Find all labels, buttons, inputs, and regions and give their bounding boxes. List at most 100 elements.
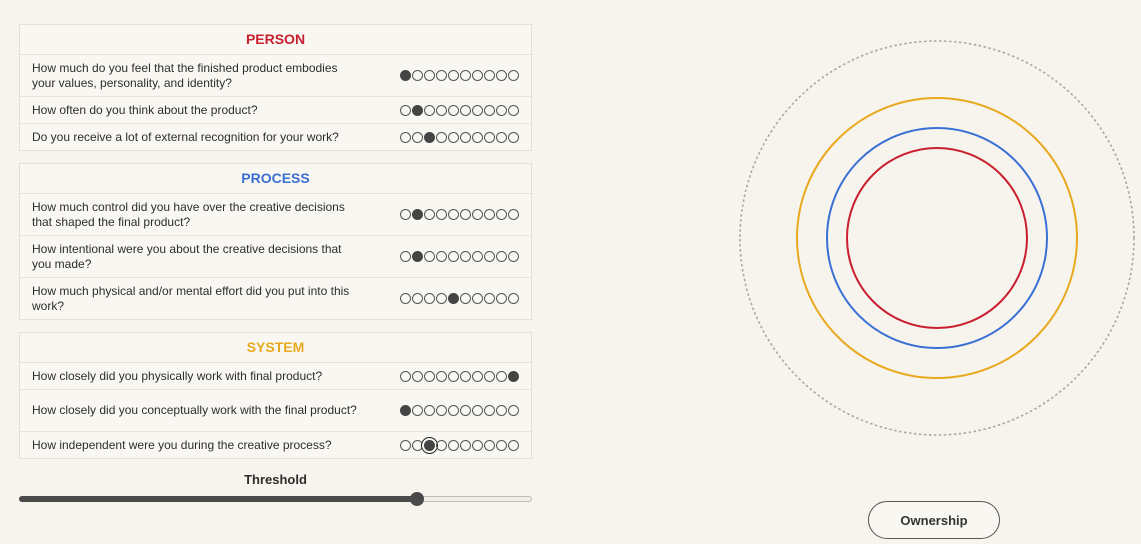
rating-radio[interactable]: [460, 370, 471, 382]
rating-radio[interactable]: [448, 251, 459, 262]
rating-radio[interactable]: [508, 370, 519, 382]
rating-radio[interactable]: [424, 131, 435, 143]
rating-radio[interactable]: [448, 104, 459, 116]
rating-radio[interactable]: [436, 131, 447, 143]
rating-radio[interactable]: [412, 405, 423, 416]
rating-radio[interactable]: [472, 251, 483, 262]
section-person: PERSON How much do you feel that the fini…: [19, 24, 532, 151]
rating-radio[interactable]: [400, 439, 411, 451]
question-text: How intentional were you about the creat…: [32, 241, 342, 271]
rating-radio[interactable]: [424, 405, 435, 416]
rating-radio[interactable]: [472, 209, 483, 220]
rating-radio[interactable]: [424, 209, 435, 220]
rating-radio[interactable]: [496, 70, 507, 81]
rating-radio[interactable]: [400, 370, 411, 382]
rating-radio[interactable]: [412, 251, 423, 262]
rating-radio[interactable]: [496, 293, 507, 304]
rating-radio[interactable]: [448, 293, 459, 304]
rating-radio[interactable]: [496, 370, 507, 382]
rating-radio[interactable]: [400, 70, 411, 81]
rating-radio[interactable]: [460, 405, 471, 416]
rating-radio[interactable]: [472, 439, 483, 451]
rating-radio[interactable]: [436, 251, 447, 262]
rating-radio[interactable]: [484, 439, 495, 451]
rating-radio[interactable]: [472, 293, 483, 304]
rating-scale: [400, 104, 519, 116]
rating-radio[interactable]: [508, 104, 519, 116]
rating-radio[interactable]: [400, 405, 411, 416]
rating-radio[interactable]: [412, 439, 423, 451]
rating-radio[interactable]: [484, 405, 495, 416]
rating-radio[interactable]: [400, 209, 411, 220]
rating-radio[interactable]: [508, 70, 519, 81]
rating-radio[interactable]: [424, 439, 435, 451]
rating-radio[interactable]: [436, 405, 447, 416]
rating-radio[interactable]: [400, 131, 411, 143]
rating-radio[interactable]: [484, 104, 495, 116]
rating-radio[interactable]: [412, 370, 423, 382]
question-text: How independent were you during the crea…: [32, 437, 332, 452]
rating-radio[interactable]: [436, 104, 447, 116]
rating-radio[interactable]: [436, 70, 447, 81]
rating-radio[interactable]: [448, 209, 459, 220]
rating-radio[interactable]: [484, 131, 495, 143]
rating-radio[interactable]: [412, 131, 423, 143]
rating-radio[interactable]: [472, 70, 483, 81]
rating-radio[interactable]: [448, 405, 459, 416]
threshold-slider[interactable]: [19, 492, 532, 506]
rating-radio[interactable]: [460, 209, 471, 220]
rating-radio[interactable]: [484, 70, 495, 81]
rating-radio[interactable]: [460, 251, 471, 262]
rating-radio[interactable]: [508, 293, 519, 304]
rating-radio[interactable]: [472, 131, 483, 143]
rating-radio[interactable]: [496, 104, 507, 116]
rating-radio[interactable]: [412, 70, 423, 81]
rating-radio[interactable]: [484, 293, 495, 304]
rating-radio[interactable]: [484, 370, 495, 382]
questionnaire: PERSON How much do you feel that the fini…: [19, 24, 532, 471]
rating-radio[interactable]: [508, 251, 519, 262]
rating-radio[interactable]: [496, 439, 507, 451]
rating-radio[interactable]: [412, 104, 423, 116]
rating-radio[interactable]: [412, 209, 423, 220]
rating-radio[interactable]: [412, 293, 423, 304]
rating-radio[interactable]: [448, 439, 459, 451]
rating-radio[interactable]: [436, 293, 447, 304]
rating-radio[interactable]: [508, 439, 519, 451]
question-row: How independent were you during the crea…: [20, 432, 531, 458]
rating-radio[interactable]: [460, 439, 471, 451]
rating-radio[interactable]: [400, 251, 411, 262]
rating-radio[interactable]: [400, 293, 411, 304]
rating-radio[interactable]: [508, 405, 519, 416]
rating-radio[interactable]: [436, 439, 447, 451]
rating-radio[interactable]: [460, 131, 471, 143]
slider-thumb[interactable]: [409, 492, 424, 506]
rating-radio[interactable]: [472, 405, 483, 416]
rating-radio[interactable]: [496, 251, 507, 262]
rating-radio[interactable]: [424, 293, 435, 304]
rating-radio[interactable]: [424, 370, 435, 382]
rating-radio[interactable]: [484, 251, 495, 262]
rating-radio[interactable]: [436, 370, 447, 382]
rating-radio[interactable]: [400, 104, 411, 116]
question-text: Do you receive a lot of external recogni…: [32, 129, 339, 144]
ownership-button[interactable]: Ownership: [868, 501, 1000, 539]
rating-radio[interactable]: [472, 104, 483, 116]
rating-radio[interactable]: [448, 131, 459, 143]
rating-radio[interactable]: [460, 293, 471, 304]
rating-radio[interactable]: [424, 251, 435, 262]
rating-radio[interactable]: [496, 209, 507, 220]
rating-radio[interactable]: [508, 131, 519, 143]
rating-radio[interactable]: [496, 405, 507, 416]
rating-radio[interactable]: [424, 70, 435, 81]
rating-radio[interactable]: [448, 370, 459, 382]
rating-radio[interactable]: [460, 104, 471, 116]
rating-radio[interactable]: [508, 209, 519, 220]
rating-radio[interactable]: [472, 370, 483, 382]
rating-radio[interactable]: [424, 104, 435, 116]
rating-radio[interactable]: [448, 70, 459, 81]
rating-radio[interactable]: [460, 70, 471, 81]
rating-radio[interactable]: [436, 209, 447, 220]
rating-radio[interactable]: [496, 131, 507, 143]
rating-radio[interactable]: [484, 209, 495, 220]
